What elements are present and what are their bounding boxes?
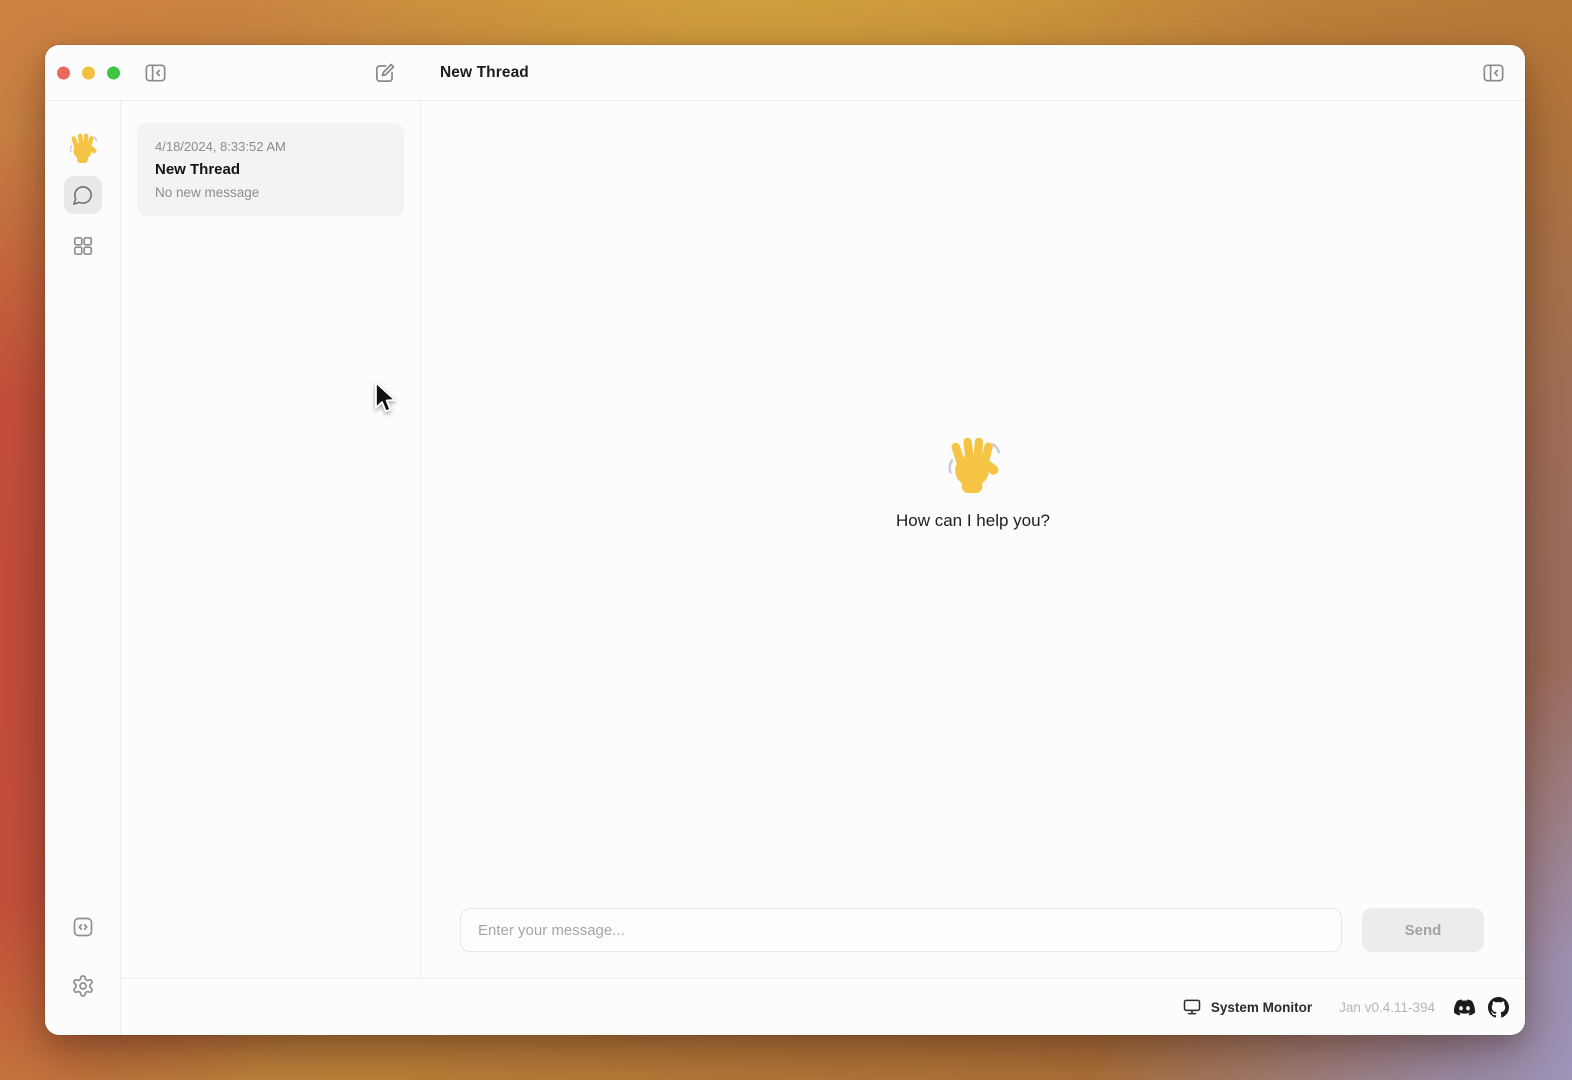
send-button[interactable]: Send xyxy=(1362,908,1484,952)
discord-link[interactable] xyxy=(1454,997,1475,1018)
minimize-window-button[interactable] xyxy=(82,66,95,79)
greeting-text: How can I help you? xyxy=(896,511,1050,531)
chat-main-area: How can I help you? Send xyxy=(421,101,1525,978)
app-version-label: Jan v0.4.11-394 xyxy=(1339,1000,1435,1015)
code-brackets-icon xyxy=(71,915,95,939)
grid-icon xyxy=(71,234,95,258)
discord-icon xyxy=(1454,997,1475,1018)
sidebar-rail xyxy=(45,101,121,1035)
system-monitor-toggle[interactable]: System Monitor xyxy=(1182,997,1312,1017)
status-footer: System Monitor Jan v0.4.11-394 xyxy=(121,978,1525,1035)
thread-list-panel: 4/18/2024, 8:33:52 AM New Thread No new … xyxy=(121,101,421,978)
thread-title: New Thread xyxy=(155,161,386,178)
traffic-lights xyxy=(57,66,120,79)
zoom-window-button[interactable] xyxy=(107,66,120,79)
message-input[interactable] xyxy=(460,908,1342,952)
app-logo-wave-icon xyxy=(67,131,99,163)
thread-timestamp: 4/18/2024, 8:33:52 AM xyxy=(155,139,386,154)
titlebar: New Thread xyxy=(45,45,1525,101)
chat-bubble-icon xyxy=(71,184,94,207)
close-window-button[interactable] xyxy=(57,66,70,79)
monitor-icon xyxy=(1182,997,1202,1017)
sidebar-item-threads[interactable] xyxy=(64,176,102,214)
system-monitor-label: System Monitor xyxy=(1211,1000,1312,1015)
github-link[interactable] xyxy=(1488,997,1509,1018)
message-composer: Send xyxy=(460,908,1484,952)
collapse-right-panel-icon[interactable] xyxy=(1481,60,1506,85)
new-thread-compose-icon[interactable] xyxy=(372,60,398,86)
wave-emoji-icon xyxy=(943,433,1003,493)
page-title: New Thread xyxy=(440,64,529,82)
thread-list-item[interactable]: 4/18/2024, 8:33:52 AM New Thread No new … xyxy=(137,123,404,216)
gear-icon xyxy=(71,974,95,998)
app-window: New Thread xyxy=(45,45,1525,1035)
sidebar-item-hub[interactable] xyxy=(64,227,102,265)
empty-state-greeting: How can I help you? xyxy=(421,433,1525,531)
thread-subtitle: No new message xyxy=(155,185,386,200)
sidebar-item-local-api-server[interactable] xyxy=(64,908,102,946)
collapse-left-panel-icon[interactable] xyxy=(143,60,168,85)
github-icon xyxy=(1488,997,1509,1018)
sidebar-item-settings[interactable] xyxy=(64,967,102,1005)
